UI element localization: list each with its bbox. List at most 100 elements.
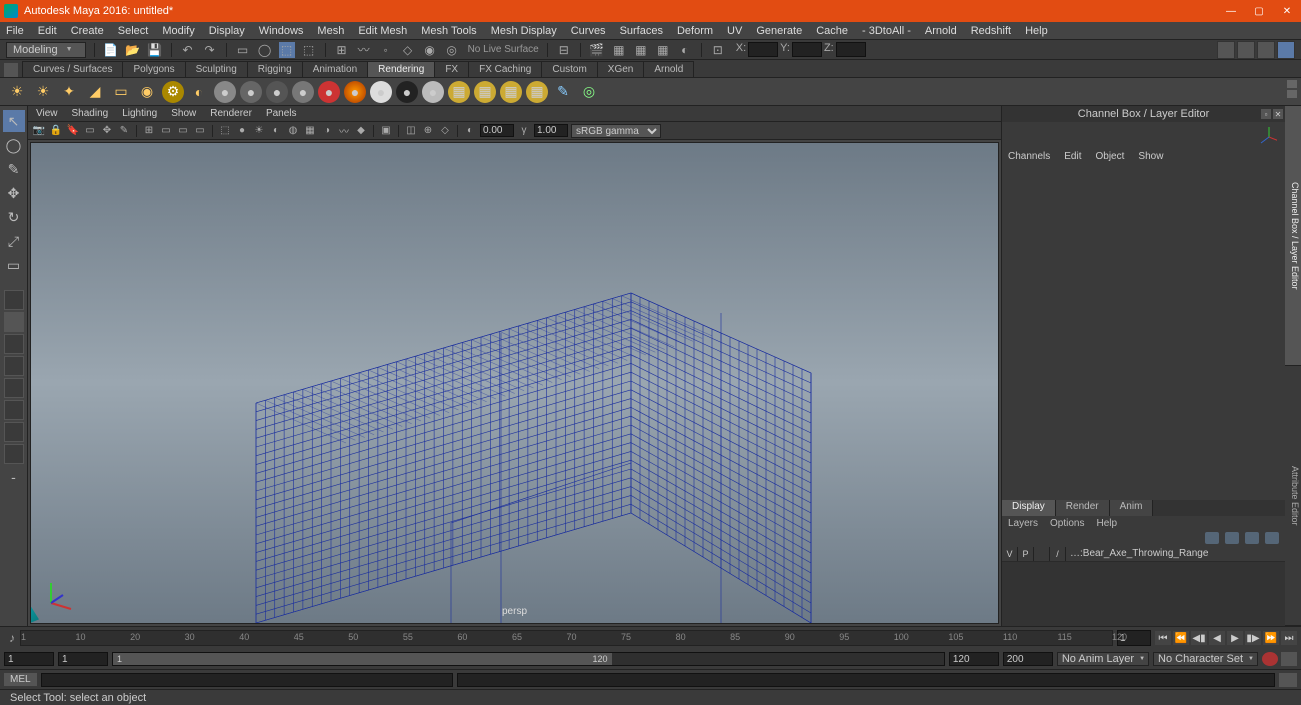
anim-layer-select[interactable]: No Anim Layer — [1057, 652, 1149, 666]
textured-icon[interactable]: ▦ — [303, 124, 317, 138]
grid-icon[interactable]: ⊞ — [142, 124, 156, 138]
shelf-tab-polygons[interactable]: Polygons — [122, 61, 185, 77]
go-start-icon[interactable]: ⏮ — [1155, 631, 1171, 645]
panel-menu-shading[interactable]: Shading — [72, 108, 109, 119]
sphere4-icon[interactable]: ● — [292, 81, 314, 103]
shelf-tab-sculpting[interactable]: Sculpting — [185, 61, 248, 77]
motion-blur-icon[interactable]: 〰 — [337, 124, 351, 138]
cb-min-icon[interactable]: ▫ — [1261, 109, 1271, 119]
menu-arnold[interactable]: Arnold — [925, 25, 957, 37]
select-mode-icon[interactable]: ▭ — [235, 42, 251, 58]
menu-windows[interactable]: Windows — [259, 25, 304, 37]
lasso-icon[interactable]: ◯ — [257, 42, 273, 58]
x-input[interactable] — [748, 42, 778, 57]
point-light-icon[interactable]: ✦ — [58, 81, 80, 103]
snap-plane-icon[interactable]: ◇ — [400, 42, 416, 58]
construction-history-icon[interactable]: ⊟ — [556, 42, 572, 58]
cb-close-icon[interactable]: ✕ — [1273, 109, 1283, 119]
sphere1-icon[interactable]: ● — [214, 81, 236, 103]
move-tool[interactable]: ✥ — [3, 182, 25, 204]
2d-pan-icon[interactable]: ✥ — [100, 124, 114, 138]
scale-tool[interactable]: ⤢ — [3, 230, 25, 252]
sphere8-icon[interactable]: ● — [396, 81, 418, 103]
gamma-icon[interactable]: γ — [517, 124, 531, 138]
layer-row[interactable]: V P / …:Bear_Axe_Throwing_Range — [1002, 546, 1285, 562]
xray-icon[interactable]: ◫ — [404, 124, 418, 138]
redo-icon[interactable]: ↷ — [202, 42, 218, 58]
ambient-light-icon[interactable]: ☀ — [6, 81, 28, 103]
new-scene-icon[interactable]: 📄 — [103, 42, 119, 58]
ao-icon[interactable]: ◑ — [320, 124, 334, 138]
time-slider[interactable]: 1102030404550556065707580859095100105110… — [20, 630, 1113, 646]
viewport[interactable]: persp — [30, 142, 999, 624]
layout-graph-icon[interactable] — [4, 422, 24, 442]
menu-curves[interactable]: Curves — [571, 25, 606, 37]
layout-two-icon[interactable] — [4, 334, 24, 354]
menu-surfaces[interactable]: Surfaces — [620, 25, 663, 37]
range-end[interactable] — [949, 652, 999, 666]
render-frame-icon[interactable]: 🎬 — [589, 42, 605, 58]
menu-display[interactable]: Display — [209, 25, 245, 37]
xray-component-icon[interactable]: ◇ — [438, 124, 452, 138]
prefs-icon[interactable] — [1281, 652, 1297, 666]
panel-menu-panels[interactable]: Panels — [266, 108, 297, 119]
menu-select[interactable]: Select — [118, 25, 149, 37]
volume-light-icon[interactable]: ◉ — [136, 81, 158, 103]
panel-menu-view[interactable]: View — [36, 108, 58, 119]
shelf-tab-curves[interactable]: Curves / Surfaces — [22, 61, 123, 77]
render-view-icon[interactable]: ▦ — [655, 42, 671, 58]
sphere2-icon[interactable]: ● — [240, 81, 262, 103]
menu-mesh[interactable]: Mesh — [317, 25, 344, 37]
paint-tool[interactable]: ✎ — [3, 158, 25, 180]
modeling-toolkit-icon[interactable] — [1217, 41, 1235, 59]
render-settings-icon[interactable]: ▦ — [633, 42, 649, 58]
autokey-toggle[interactable] — [1262, 652, 1278, 666]
snap-curve-icon[interactable]: 〰 — [356, 42, 372, 58]
snap-grid-icon[interactable]: ⊞ — [334, 42, 350, 58]
menu-3dtoall[interactable]: - 3DtoAll - — [862, 25, 911, 37]
layer-menu-options[interactable]: Options — [1050, 518, 1084, 529]
snap-point-icon[interactable]: ◦ — [378, 42, 394, 58]
color-management-select[interactable]: sRGB gamma — [571, 124, 661, 138]
open-scene-icon[interactable]: 📂 — [125, 42, 141, 58]
layer-menu-layers[interactable]: Layers — [1008, 518, 1038, 529]
shadows-icon[interactable]: ◐ — [269, 124, 283, 138]
play-back-icon[interactable]: ◀ — [1209, 631, 1225, 645]
range-end-outer[interactable] — [1003, 652, 1053, 666]
character-set-select[interactable]: No Character Set — [1153, 652, 1258, 666]
cb-menu-edit[interactable]: Edit — [1064, 151, 1081, 162]
last-tool[interactable]: ▭ — [3, 254, 25, 276]
shelf-tab-rigging[interactable]: Rigging — [247, 61, 303, 77]
channel-box-icon[interactable] — [1277, 41, 1295, 59]
menu-generate[interactable]: Generate — [756, 25, 802, 37]
tab-display[interactable]: Display — [1002, 500, 1056, 516]
light-editor-icon[interactable]: ◐ — [188, 81, 210, 103]
sidetab-attribute-editor[interactable]: Attribute Editor — [1285, 366, 1301, 626]
viewcube[interactable] — [1002, 122, 1285, 148]
anti-alias-icon[interactable]: ◆ — [354, 124, 368, 138]
film-gate-icon[interactable]: ▭ — [159, 124, 173, 138]
menu-help[interactable]: Help — [1025, 25, 1048, 37]
step-fwd-key-icon[interactable]: ⏩ — [1263, 631, 1279, 645]
tab-render[interactable]: Render — [1056, 500, 1110, 516]
menu-cache[interactable]: Cache — [816, 25, 848, 37]
layout-hyper-icon[interactable] — [4, 400, 24, 420]
image-plane-icon[interactable]: ▭ — [83, 124, 97, 138]
select-tool[interactable]: ↖ — [3, 110, 25, 132]
sphere6-icon[interactable]: ● — [344, 81, 366, 103]
y-input[interactable] — [792, 42, 822, 57]
texture2-icon[interactable]: ▦ — [474, 81, 496, 103]
lasso-tool[interactable]: ◯ — [3, 134, 25, 156]
cb-menu-channels[interactable]: Channels — [1008, 151, 1050, 162]
save-scene-icon[interactable]: 💾 — [147, 42, 163, 58]
ipr-render-icon[interactable]: ▦ — [611, 42, 627, 58]
sphere3-icon[interactable]: ● — [266, 81, 288, 103]
grease-pencil-icon[interactable]: ✎ — [117, 124, 131, 138]
tool-settings-icon[interactable] — [1257, 41, 1275, 59]
layer-menu-help[interactable]: Help — [1096, 518, 1117, 529]
minimize-button[interactable]: — — [1217, 0, 1245, 22]
layout-outliner-icon[interactable] — [4, 356, 24, 376]
wire-on-shaded-icon[interactable]: ◍ — [286, 124, 300, 138]
texture4-icon[interactable]: ▦ — [526, 81, 548, 103]
directional-light-icon[interactable]: ☀ — [32, 81, 54, 103]
